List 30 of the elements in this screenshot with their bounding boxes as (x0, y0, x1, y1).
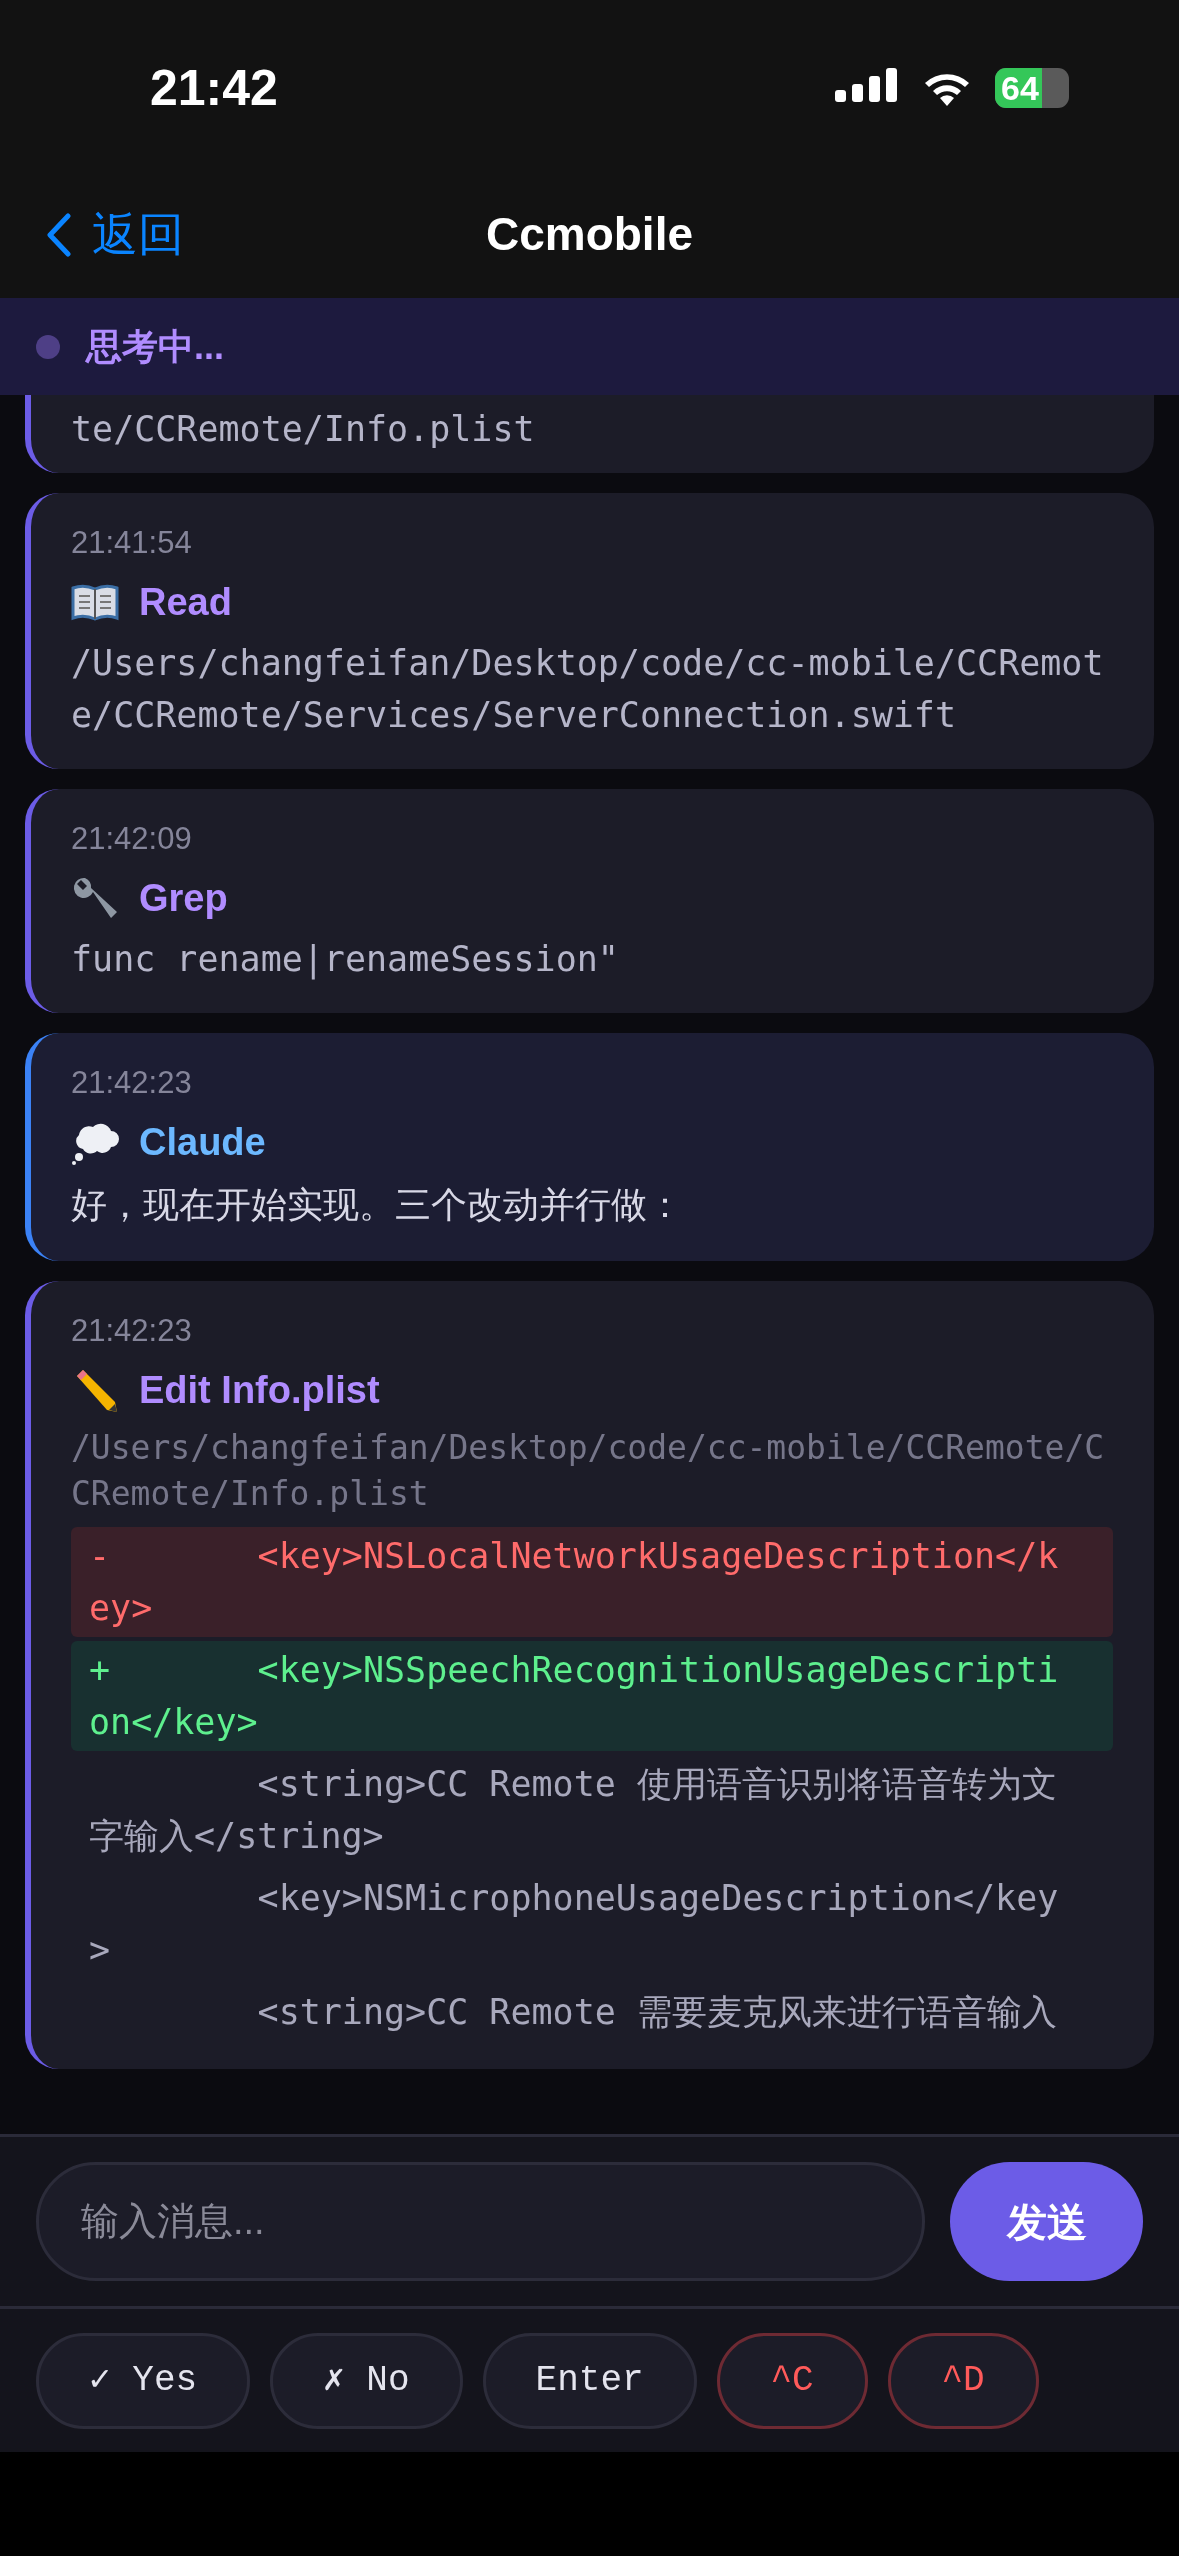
timestamp: 21:42:09 (71, 820, 193, 858)
tool-title: Grep (139, 876, 228, 921)
key-button[interactable]: ^D (887, 2332, 1039, 2429)
send-button[interactable]: 发送 (950, 2162, 1143, 2281)
key-button[interactable]: ^C (716, 2332, 868, 2429)
code-text: /Users/changfeifan/Desktop/code/cc-mobile/CCRemote/CCRemote/Services/ServerConnection.swift (71, 642, 1105, 737)
status-text: 思考中... (86, 324, 224, 369)
key-button[interactable]: ✗ No (270, 2332, 463, 2429)
code-text: func rename|renameSession" (71, 938, 620, 982)
back-chevron-icon (46, 212, 72, 257)
message-input[interactable]: 输入消息... (36, 2162, 925, 2281)
tool-title: Claude (139, 1120, 266, 1165)
timestamp: 21:42:23 (71, 1312, 193, 1350)
key-button[interactable]: ✓ Yes (36, 2332, 251, 2429)
tool-title: Edit Info.plist (139, 1368, 380, 1413)
diff-line: <string>CC Remote 需要麦克风来进行语音输入 (256, 1991, 1058, 2034)
key-button[interactable]: Enter (482, 2332, 697, 2429)
timestamp: 21:42:23 (71, 1064, 193, 1102)
tool-title: Read (139, 580, 232, 625)
back-button[interactable]: 返回 (46, 200, 184, 269)
file-path: /Users/changfeifan/Desktop/code/cc-mobile/CCRemote/CCRemote/Info.plist (71, 1427, 1106, 1515)
message-text: 好，现在开始实现。三个改动并行做： (71, 1183, 684, 1227)
code-text: te/CCRemote/Info.plist (71, 408, 536, 451)
book-icon (71, 582, 119, 622)
status-time: 21:42 (150, 58, 278, 118)
diff-line: <string>CC Remote 使用语音识别将语音转为文字输入</string> (88, 1763, 1058, 1858)
nav-title: Ccmobile (485, 206, 693, 262)
diff-line: <key>NSMicrophoneUsageDescription</key> (88, 1877, 1060, 1972)
battery-level: 64 (1000, 71, 1039, 105)
timestamp: 21:41:54 (71, 524, 193, 562)
